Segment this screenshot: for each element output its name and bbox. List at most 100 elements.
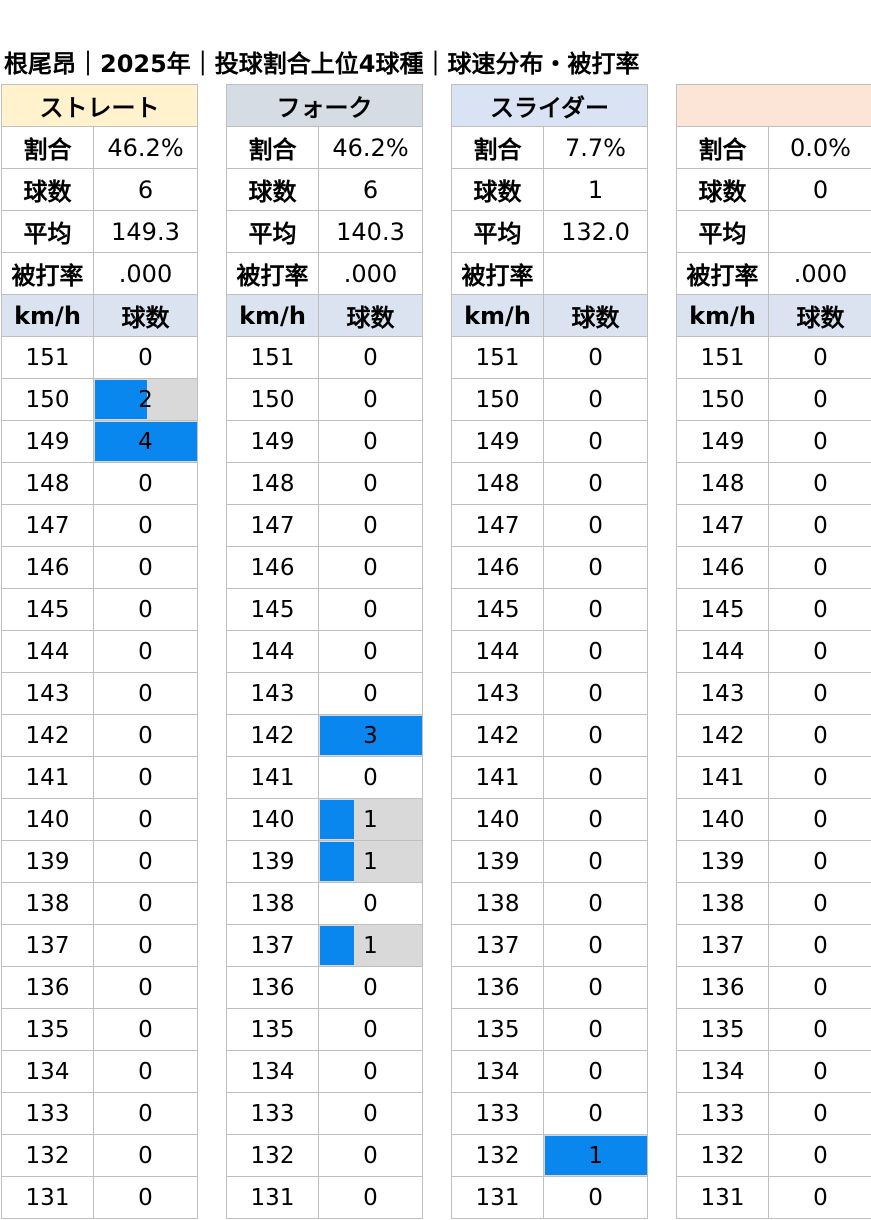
- table-row: 149 0: [451, 420, 649, 463]
- pitch-name: ストレート: [1, 84, 198, 127]
- table-row: 144 0: [451, 630, 649, 673]
- table-row: 151 0: [451, 336, 649, 379]
- pitch-count-cell: 0: [93, 1176, 198, 1219]
- pitch-count-cell: 4: [93, 420, 198, 463]
- pitch-count-cell: 0: [318, 504, 423, 547]
- table-row: 149 0: [676, 420, 871, 463]
- pitch-count-cell: 0: [542, 420, 649, 463]
- pitch-count-cell: 0: [542, 966, 649, 1009]
- speed-label: 139: [676, 840, 769, 883]
- pitch-count-cell: 0: [768, 504, 871, 547]
- speed-label: 147: [676, 504, 769, 547]
- table-row: 134 0: [451, 1050, 649, 1093]
- stat-value-avg-against: [542, 252, 649, 295]
- speed-label: 148: [451, 462, 544, 505]
- pitch-count-cell: 1: [542, 1134, 649, 1177]
- table-row: 145 0: [226, 588, 423, 631]
- pitch-count-cell: 0: [93, 1050, 198, 1093]
- speed-label: 132: [226, 1134, 319, 1177]
- stat-value-count: 6: [93, 168, 198, 211]
- table-row: 133 0: [451, 1092, 649, 1135]
- count-value: 0: [588, 638, 603, 665]
- count-value: 0: [588, 932, 603, 959]
- speed-label: 142: [226, 714, 319, 757]
- table-row: 147 0: [226, 504, 423, 547]
- table-row: 150 0: [451, 378, 649, 421]
- count-column-header: 球数: [93, 294, 198, 337]
- pitch-count-cell: 0: [318, 378, 423, 421]
- pitch-count-cell: 0: [768, 840, 871, 883]
- pitch-count-cell: 0: [542, 546, 649, 589]
- speed-label: 141: [226, 756, 319, 799]
- pitch-panel-2: スライダー 割合 7.7% 球数 1 平均 132.0 被打率 km/h 球数 151 0 150 0 14…: [450, 84, 649, 1219]
- count-value: 0: [588, 470, 603, 497]
- pitch-count-cell: 0: [318, 1134, 423, 1177]
- stat-value-ratio: 46.2%: [318, 126, 423, 169]
- count-value: 0: [138, 1058, 153, 1085]
- table-row: 133 0: [1, 1092, 198, 1135]
- count-value: 0: [813, 890, 828, 917]
- pitch-count-cell: 2: [93, 378, 198, 421]
- count-value: 0: [813, 932, 828, 959]
- speed-label: 133: [226, 1092, 319, 1135]
- speed-label: 142: [1, 714, 94, 757]
- stat-label-ratio: 割合: [226, 126, 319, 169]
- table-row: 144 0: [1, 630, 198, 673]
- pitch-panel-0: ストレート 割合 46.2% 球数 6 平均 149.3 被打率 .000 km/h 球数 151 0 1…: [1, 84, 198, 1219]
- table-row: 131 0: [451, 1176, 649, 1219]
- speed-label: 137: [451, 924, 544, 967]
- table-row: 140 1: [226, 798, 423, 841]
- speed-label: 133: [451, 1092, 544, 1135]
- table-row: 131 0: [1, 1176, 198, 1219]
- stat-value-avg: [768, 210, 871, 253]
- speed-label: 132: [676, 1134, 769, 1177]
- count-value: 0: [588, 764, 603, 791]
- stat-value-count: 1: [542, 168, 649, 211]
- table-row: 135 0: [1, 1008, 198, 1051]
- pitch-count-cell: 0: [318, 1008, 423, 1051]
- table-row: 133 0: [676, 1092, 871, 1135]
- pitch-count-cell: 0: [93, 588, 198, 631]
- count-bar: [320, 800, 355, 839]
- pitch-count-cell: 0: [93, 546, 198, 589]
- pitch-count-cell: 0: [318, 462, 423, 505]
- speed-label: 150: [1, 378, 94, 421]
- speed-label: 135: [1, 1008, 94, 1051]
- count-value: 0: [138, 722, 153, 749]
- table-row: 142 3: [226, 714, 423, 757]
- pitch-count-cell: 0: [768, 462, 871, 505]
- count-value: 0: [138, 1184, 153, 1211]
- count-value: 0: [138, 554, 153, 581]
- pitch-count-cell: 0: [318, 756, 423, 799]
- count-value: 0: [588, 428, 603, 455]
- table-row: 143 0: [676, 672, 871, 715]
- pitch-count-cell: 0: [542, 1092, 649, 1135]
- table-row: 135 0: [676, 1008, 871, 1051]
- pitch-name: [676, 84, 871, 127]
- count-value: 0: [813, 974, 828, 1001]
- count-value: 0: [813, 1142, 828, 1169]
- table-row: 144 0: [226, 630, 423, 673]
- pitch-count-cell: 0: [93, 840, 198, 883]
- pitch-count-cell: 0: [542, 672, 649, 715]
- table-row: 136 0: [451, 966, 649, 1009]
- table-row: 137 0: [676, 924, 871, 967]
- count-value: 0: [138, 890, 153, 917]
- speed-label: 137: [1, 924, 94, 967]
- stat-label-ratio: 割合: [1, 126, 94, 169]
- pitch-count-cell: 0: [768, 882, 871, 925]
- pitch-count-cell: 0: [93, 504, 198, 547]
- pitch-count-cell: 0: [318, 672, 423, 715]
- speed-label: 140: [1, 798, 94, 841]
- table-row: 150 0: [226, 378, 423, 421]
- pitch-count-cell: 1: [318, 924, 423, 967]
- pitch-count-cell: 0: [93, 714, 198, 757]
- count-value: 0: [813, 638, 828, 665]
- count-value: 0: [588, 512, 603, 539]
- pitch-count-cell: 0: [542, 630, 649, 673]
- speed-label: 135: [226, 1008, 319, 1051]
- table-row: 146 0: [451, 546, 649, 589]
- count-value: 0: [138, 932, 153, 959]
- table-row: 135 0: [451, 1008, 649, 1051]
- page-title: 根尾昂｜2025年｜投球割合上位4球種｜球速分布・被打率: [4, 50, 640, 78]
